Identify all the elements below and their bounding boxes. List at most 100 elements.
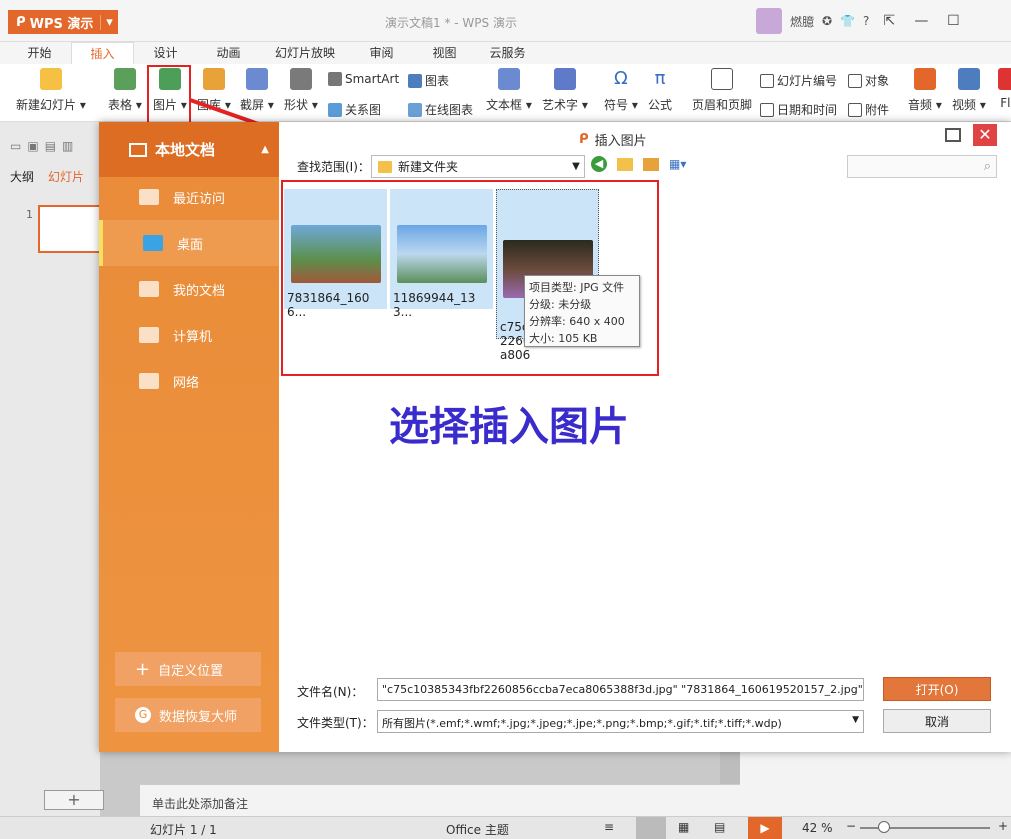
- view-menu-icon[interactable]: ▦▾: [669, 157, 686, 171]
- chevron-down-icon[interactable]: ▾: [100, 14, 118, 30]
- app-name: WPS 演示: [29, 16, 94, 32]
- reading-view-icon[interactable]: ▤: [714, 820, 725, 834]
- look-in-label: 查找范围(I)：: [297, 160, 370, 174]
- filename-field[interactable]: "c75c10385343fbf2260856ccba7eca8065388f3…: [377, 678, 864, 701]
- back-icon[interactable]: ◀: [591, 156, 607, 172]
- shape-icon: [289, 68, 312, 90]
- insert-picture-dialog: 本地文档 ▲ 最近访问 桌面 我的文档 计算机 网络 + 自定义位置 G 数据恢复大…: [99, 122, 1011, 752]
- table-button[interactable]: 表格 ▾: [108, 68, 142, 113]
- sorter-view-icon[interactable]: ▦: [678, 820, 689, 834]
- document-title: 演示文稿1 * - WPS 演示: [385, 16, 517, 30]
- zoom-slider-handle[interactable]: [878, 821, 890, 833]
- wordart-icon: [553, 68, 576, 90]
- object-button[interactable]: 对象: [848, 72, 889, 89]
- zoom-out-icon[interactable]: −: [846, 819, 856, 833]
- chart-icon: [408, 73, 422, 88]
- tab-cloud[interactable]: 云服务: [476, 42, 539, 64]
- up-folder-icon[interactable]: [617, 157, 633, 171]
- slide-number-button[interactable]: 幻灯片编号: [760, 72, 837, 89]
- textbox-button[interactable]: 文本框 ▾: [486, 68, 532, 113]
- notes-toggle-icon[interactable]: ≡: [604, 820, 614, 834]
- skin-icon[interactable]: ✪: [822, 14, 832, 28]
- online-chart-icon: [408, 102, 422, 117]
- gallery-icon: [202, 68, 225, 90]
- restore-icon[interactable]: ⇱: [877, 13, 901, 29]
- look-in-select[interactable]: 新建文件夹 ▼: [371, 155, 585, 178]
- tab-animation[interactable]: 动画: [197, 42, 260, 64]
- relation-button[interactable]: 关系图: [328, 101, 381, 118]
- sidebar-item-computer[interactable]: 计算机: [99, 312, 279, 358]
- zoom-level: 42 %: [802, 821, 833, 835]
- pi-icon: π: [654, 68, 666, 89]
- print-icon[interactable]: ▥: [62, 139, 73, 153]
- filename-label: 文件名(N)：: [297, 685, 364, 699]
- notes-area[interactable]: 单击此处添加备注: [140, 784, 740, 816]
- audio-button[interactable]: 音频 ▾: [908, 68, 942, 113]
- smartart-button[interactable]: SmartArt: [328, 72, 399, 86]
- chart-button[interactable]: 图表: [408, 72, 449, 89]
- table-icon: [113, 68, 136, 90]
- help-icon[interactable]: ?: [863, 14, 869, 28]
- wps-logo-icon: ᑭ: [16, 14, 26, 30]
- tab-slides[interactable]: 幻灯片: [48, 168, 84, 185]
- save-icon[interactable]: ▣: [27, 139, 38, 153]
- avatar[interactable]: [756, 8, 782, 34]
- flash-button[interactable]: Fla: [998, 68, 1011, 110]
- attachment-button[interactable]: 附件: [848, 101, 889, 118]
- video-button[interactable]: 视频 ▾: [952, 68, 986, 113]
- filetype-select[interactable]: 所有图片(*.emf;*.wmf;*.jpg;*.jpeg;*.jpe;*.pn…: [377, 710, 864, 733]
- folder-icon: [139, 281, 159, 297]
- formula-button[interactable]: π 公式: [648, 68, 672, 113]
- slide-number: 1: [26, 208, 33, 221]
- tab-insert[interactable]: 插入: [71, 42, 134, 64]
- custom-location-button[interactable]: + 自定义位置: [115, 652, 261, 686]
- tab-slideshow[interactable]: 幻灯片放映: [260, 42, 350, 64]
- new-slide-button[interactable]: 新建幻灯片 ▾: [16, 68, 86, 113]
- tab-review[interactable]: 审阅: [350, 42, 413, 64]
- cancel-button[interactable]: 取消: [883, 709, 991, 733]
- add-slide-button[interactable]: +: [44, 790, 104, 810]
- normal-view-icon[interactable]: [636, 817, 666, 839]
- calendar-icon: [760, 102, 774, 117]
- export-pdf-icon[interactable]: ▤: [45, 139, 56, 153]
- user-name[interactable]: 燃臆: [790, 13, 814, 30]
- sidebar-item-network[interactable]: 网络: [99, 358, 279, 404]
- minimize-icon[interactable]: —: [909, 13, 933, 29]
- maximize-icon[interactable]: ☐: [941, 13, 965, 29]
- sidebar-item-recent[interactable]: 最近访问: [99, 174, 279, 220]
- wordart-button[interactable]: 艺术字 ▾: [542, 68, 588, 113]
- new-folder-icon[interactable]: [643, 157, 659, 171]
- tab-view[interactable]: 视图: [413, 42, 476, 64]
- zoom-in-icon[interactable]: +: [998, 819, 1008, 833]
- sidebar-item-documents[interactable]: 我的文档: [99, 266, 279, 312]
- slide-thumbnail[interactable]: [38, 205, 102, 253]
- tab-design[interactable]: 设计: [134, 42, 197, 64]
- slide-counter: 幻灯片 1 / 1: [150, 823, 217, 837]
- search-input[interactable]: ⌕: [847, 155, 997, 178]
- wps-logo-icon: ᑭ: [579, 132, 589, 147]
- shirt-icon[interactable]: 👕: [840, 14, 855, 28]
- tab-outline[interactable]: 大纲: [10, 168, 34, 185]
- plus-icon: +: [135, 658, 151, 680]
- online-chart-button[interactable]: 在线图表: [408, 101, 473, 118]
- screenshot-icon: [245, 68, 268, 90]
- chevron-down-icon: ▼: [852, 715, 859, 725]
- close-icon[interactable]: ✕: [973, 124, 997, 146]
- maximize-icon[interactable]: [945, 128, 961, 142]
- open-button[interactable]: 打开(O): [883, 677, 991, 701]
- annotation-text: 选择插入图片: [389, 403, 629, 450]
- app-menu-button[interactable]: ᑭ WPS 演示 ▾: [8, 10, 118, 34]
- open-folder-icon[interactable]: ▭: [10, 139, 21, 153]
- data-recovery-button[interactable]: G 数据恢复大师: [115, 698, 261, 732]
- date-time-button[interactable]: 日期和时间: [760, 101, 837, 118]
- slide-number-icon: [760, 73, 774, 88]
- play-icon[interactable]: ▶: [748, 817, 782, 839]
- sidebar-item-desktop[interactable]: 桌面: [99, 220, 279, 266]
- tab-home[interactable]: 开始: [8, 42, 71, 64]
- monitor-icon: [129, 142, 147, 157]
- symbol-button[interactable]: Ω 符号 ▾: [604, 68, 638, 113]
- local-documents-header[interactable]: 本地文档 ▲: [99, 122, 279, 177]
- collapse-icon[interactable]: ▲: [261, 144, 269, 155]
- dialog-sidebar: 本地文档 ▲ 最近访问 桌面 我的文档 计算机 网络 + 自定义位置 G 数据恢复大…: [99, 122, 279, 752]
- header-footer-button[interactable]: 页眉和页脚: [692, 68, 752, 113]
